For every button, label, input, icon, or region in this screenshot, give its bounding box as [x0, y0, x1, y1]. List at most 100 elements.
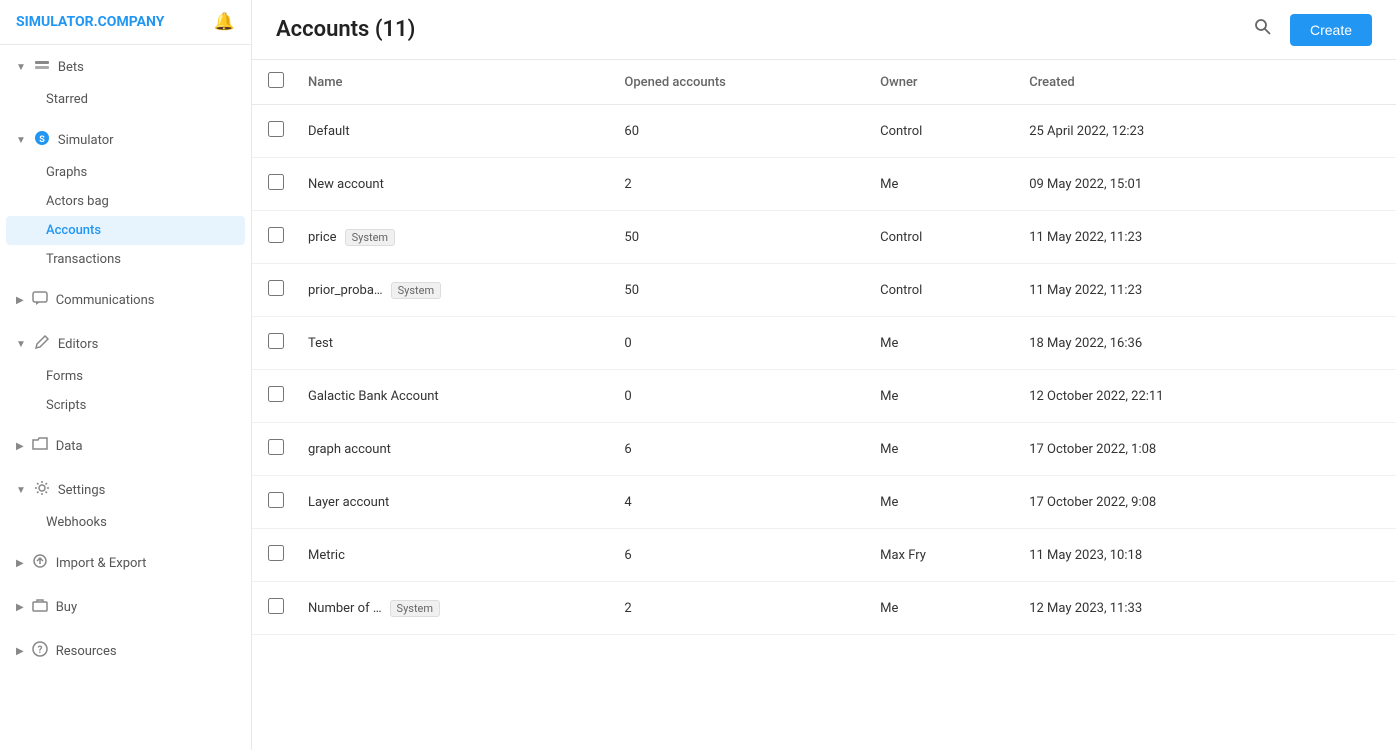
sidebar-group-data-header[interactable]: ▶ Data [0, 428, 251, 464]
row-opened-accounts: 50 [608, 264, 864, 317]
search-button[interactable] [1248, 12, 1278, 47]
row-created: 25 April 2022, 12:23 [1013, 105, 1332, 158]
row-checkbox[interactable] [268, 545, 284, 561]
chevron-down-icon: ▼ [16, 62, 26, 73]
sidebar-group-settings-header[interactable]: ▼ Settings [0, 472, 251, 508]
sidebar: SIMULATOR.COMPANY 🔔 ▼ Bets Starred ▼ S S… [0, 0, 252, 750]
sidebar-group-communications: ▶ Communications [0, 278, 251, 322]
row-checkbox[interactable] [268, 227, 284, 243]
row-opened-accounts: 6 [608, 529, 864, 582]
create-button[interactable]: Create [1290, 14, 1372, 46]
row-owner: Control [864, 264, 1013, 317]
row-actions-cell: ⋮ [1332, 264, 1396, 317]
col-actions [1332, 60, 1396, 105]
sidebar-group-buy-header[interactable]: ▶ Buy [0, 589, 251, 625]
row-checkbox-cell [252, 476, 292, 529]
sidebar-group-resources-header[interactable]: ▶ ? Resources [0, 633, 251, 669]
row-checkbox[interactable] [268, 333, 284, 349]
sidebar-group-bets-header[interactable]: ▼ Bets [0, 49, 251, 85]
row-name-text: New account [308, 177, 384, 192]
sidebar-group-communications-header[interactable]: ▶ Communications [0, 282, 251, 318]
row-checkbox-cell [252, 158, 292, 211]
sidebar-group-settings-label: Settings [58, 483, 105, 498]
sidebar-group-resources: ▶ ? Resources [0, 629, 251, 673]
row-checkbox[interactable] [268, 386, 284, 402]
row-opened-accounts: 6 [608, 423, 864, 476]
sidebar-group-settings: ▼ Settings Webhooks [0, 468, 251, 541]
accounts-table: Name Opened accounts Owner Created Defau… [252, 60, 1396, 635]
sidebar-item-forms[interactable]: Forms [6, 362, 245, 391]
row-checkbox-cell [252, 317, 292, 370]
row-checkbox-cell [252, 211, 292, 264]
sidebar-group-data: ▶ Data [0, 424, 251, 468]
row-name: Layer account [292, 476, 608, 529]
chevron-down-icon: ▼ [16, 485, 26, 496]
row-checkbox[interactable] [268, 492, 284, 508]
row-owner: Control [864, 105, 1013, 158]
row-checkbox-cell [252, 582, 292, 635]
row-opened-accounts: 0 [608, 370, 864, 423]
sidebar-group-simulator-label: Simulator [58, 133, 114, 148]
briefcase-icon [32, 597, 48, 617]
row-actions-cell: ⋮ [1332, 211, 1396, 264]
row-checkbox-cell [252, 370, 292, 423]
row-name-text: Number of … [308, 601, 382, 616]
row-owner: Control [864, 211, 1013, 264]
col-owner: Owner [864, 60, 1013, 105]
sidebar-group-bets-label: Bets [58, 60, 84, 75]
layers-icon [34, 57, 50, 77]
row-created: 17 October 2022, 1:08 [1013, 423, 1332, 476]
row-opened-accounts: 2 [608, 158, 864, 211]
sidebar-item-starred[interactable]: Starred [6, 85, 245, 114]
row-name: price System [292, 211, 608, 264]
row-name-text: Test [308, 336, 333, 351]
sidebar-item-scripts[interactable]: Scripts [6, 391, 245, 420]
row-name-text: Metric [308, 548, 345, 563]
sidebar-item-webhooks[interactable]: Webhooks [6, 508, 245, 537]
table-header: Name Opened accounts Owner Created [252, 60, 1396, 105]
sidebar-group-data-label: Data [56, 439, 83, 454]
row-owner: Me [864, 370, 1013, 423]
table-row: price System 50 Control 11 May 2022, 11:… [252, 211, 1396, 264]
select-all-checkbox[interactable] [268, 72, 284, 88]
chevron-right-icon: ▶ [16, 441, 24, 452]
sidebar-item-accounts[interactable]: Accounts [6, 216, 245, 245]
row-name-text: graph account [308, 442, 391, 457]
row-actions-cell: ⋮ [1332, 317, 1396, 370]
arrows-icon [32, 553, 48, 573]
row-name-text: Layer account [308, 495, 389, 510]
row-actions-cell: ⋮ [1332, 158, 1396, 211]
row-actions-cell: ⋮ [1332, 105, 1396, 158]
sidebar-group-import-export-header[interactable]: ▶ Import & Export [0, 545, 251, 581]
sidebar-item-actors-bag[interactable]: Actors bag [6, 187, 245, 216]
row-actions-cell: ⋮ [1332, 370, 1396, 423]
logo-text: SIMULATOR.COMPANY [16, 14, 164, 30]
sidebar-group-editors-header[interactable]: ▼ Editors [0, 326, 251, 362]
sidebar-group-buy-label: Buy [56, 600, 77, 615]
pencil-icon [34, 334, 50, 354]
table-row: New account 2 Me 09 May 2022, 15:01 ⋮ [252, 158, 1396, 211]
question-icon: ? [32, 641, 48, 661]
row-name-text: Galactic Bank Account [308, 389, 439, 404]
sidebar-group-simulator-header[interactable]: ▼ S Simulator [0, 122, 251, 158]
row-checkbox[interactable] [268, 598, 284, 614]
notifications-bell-icon[interactable]: 🔔 [214, 12, 235, 32]
sidebar-group-simulator: ▼ S Simulator Graphs Actors bag Accounts… [0, 118, 251, 278]
chevron-right-icon: ▶ [16, 646, 24, 657]
chevron-down-icon: ▼ [16, 135, 26, 146]
row-owner: Me [864, 582, 1013, 635]
row-name: Test [292, 317, 608, 370]
row-name: Default [292, 105, 608, 158]
row-actions-cell: ⋮ [1332, 582, 1396, 635]
row-checkbox[interactable] [268, 174, 284, 190]
sidebar-item-transactions[interactable]: Transactions [6, 245, 245, 274]
row-name: New account [292, 158, 608, 211]
sidebar-item-graphs[interactable]: Graphs [6, 158, 245, 187]
row-checkbox[interactable] [268, 439, 284, 455]
row-created: 12 October 2022, 22:11 [1013, 370, 1332, 423]
row-checkbox[interactable] [268, 280, 284, 296]
system-badge: System [391, 282, 442, 299]
col-name: Name [292, 60, 608, 105]
chat-icon [32, 290, 48, 310]
row-checkbox[interactable] [268, 121, 284, 137]
